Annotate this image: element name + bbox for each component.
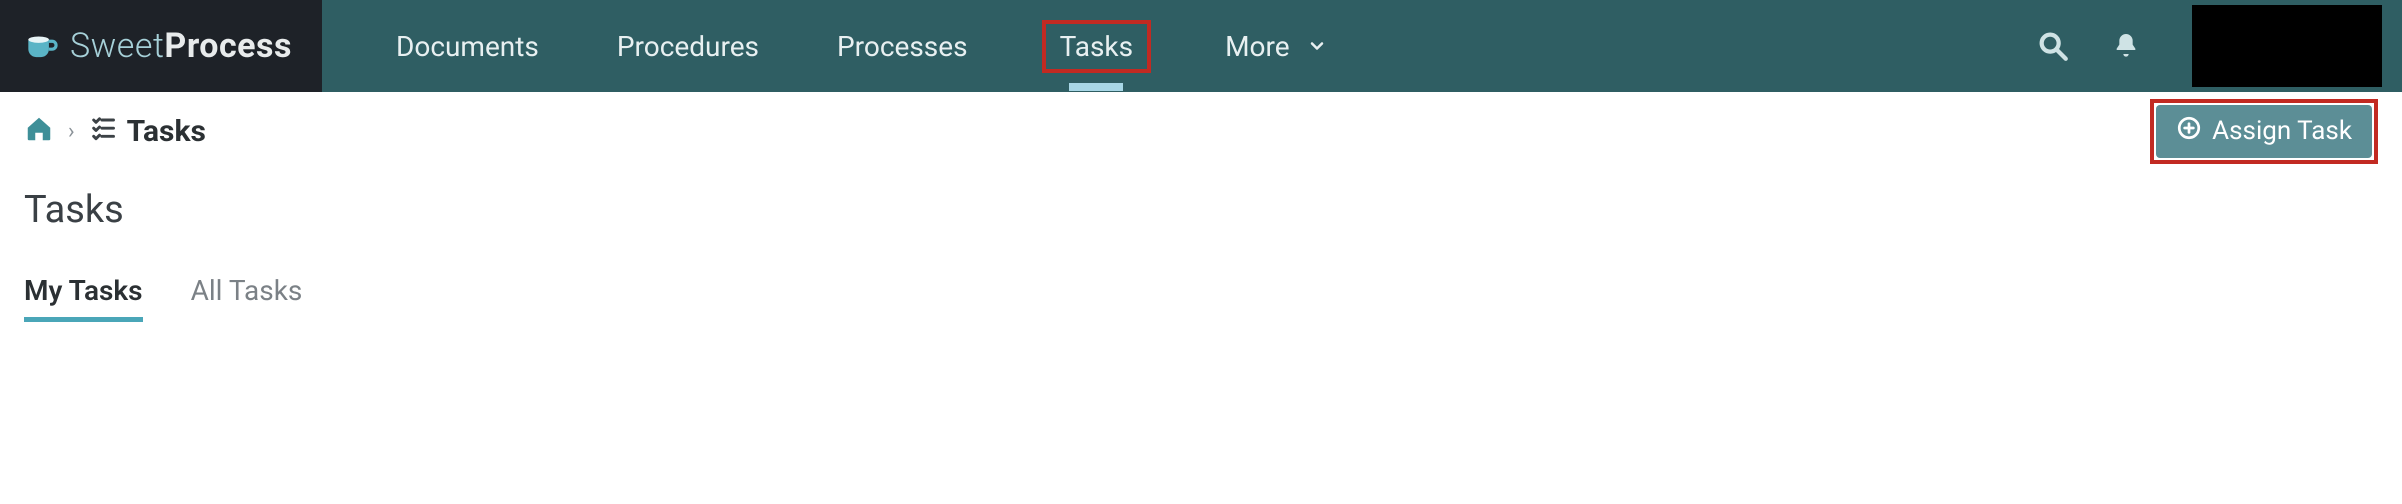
- breadcrumb-current: Tasks: [89, 113, 206, 149]
- chevron-down-icon: [1307, 30, 1327, 63]
- profile-area[interactable]: [2192, 5, 2382, 87]
- active-indicator: [1069, 83, 1123, 91]
- bell-icon[interactable]: [2110, 30, 2142, 62]
- brand-logo[interactable]: SweetProcess: [0, 0, 322, 92]
- brand-text: SweetProcess: [70, 26, 292, 66]
- tab-all-tasks[interactable]: All Tasks: [191, 274, 303, 322]
- nav-label: More: [1225, 30, 1290, 63]
- nav-tasks[interactable]: Tasks: [1042, 20, 1152, 73]
- assign-task-label: Assign Task: [2212, 116, 2352, 146]
- coffee-cup-icon: [22, 27, 60, 65]
- home-icon[interactable]: [24, 114, 54, 148]
- page-title: Tasks: [0, 162, 2402, 244]
- search-icon[interactable]: [2036, 29, 2070, 63]
- nav-label: Tasks: [1060, 30, 1134, 63]
- breadcrumb-row: › Tasks Assign Task: [0, 92, 2402, 162]
- breadcrumb-separator: ›: [68, 119, 75, 144]
- nav-more[interactable]: More: [1221, 20, 1330, 73]
- breadcrumb: › Tasks: [24, 113, 206, 149]
- tab-label: My Tasks: [24, 274, 143, 307]
- list-icon: [89, 113, 117, 149]
- tab-my-tasks[interactable]: My Tasks: [24, 274, 143, 322]
- nav-utility: [2036, 0, 2402, 92]
- assign-task-button[interactable]: Assign Task: [2156, 105, 2372, 158]
- nav-documents[interactable]: Documents: [392, 20, 543, 73]
- tab-label: All Tasks: [191, 274, 303, 307]
- top-nav: SweetProcess Documents Procedures Proces…: [0, 0, 2402, 92]
- nav-label: Documents: [396, 30, 539, 63]
- nav-procedures[interactable]: Procedures: [613, 20, 763, 73]
- breadcrumb-label: Tasks: [127, 114, 206, 149]
- plus-circle-icon: [2176, 115, 2202, 148]
- tabs: My Tasks All Tasks: [0, 244, 2402, 322]
- nav-items: Documents Procedures Processes Tasks Mor…: [322, 0, 1331, 92]
- nav-processes[interactable]: Processes: [833, 20, 972, 73]
- assign-task-highlight: Assign Task: [2150, 99, 2378, 164]
- nav-label: Processes: [837, 30, 968, 63]
- nav-label: Procedures: [617, 30, 759, 63]
